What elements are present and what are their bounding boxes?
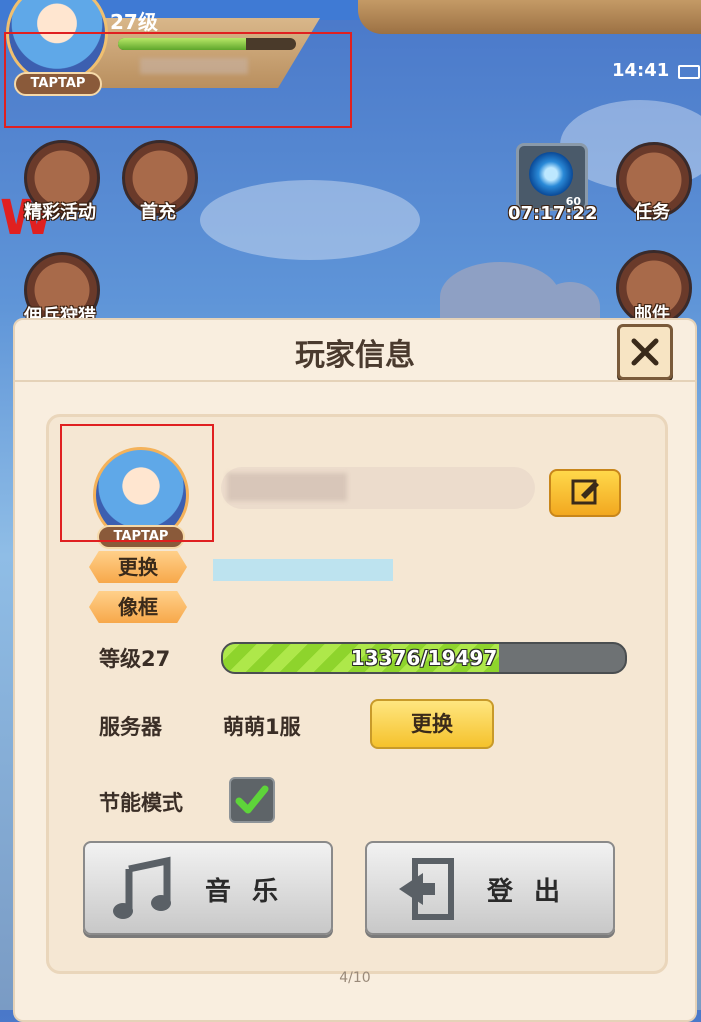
logout-button[interactable]: 登 出 bbox=[365, 841, 615, 935]
player-name-field bbox=[221, 467, 535, 509]
server-name: 萌萌1服 bbox=[223, 715, 301, 739]
clock: 14:41 bbox=[612, 60, 670, 81]
name-redacted bbox=[227, 473, 347, 501]
currency-frame bbox=[358, 0, 701, 34]
dialog-title: 玩家信息 bbox=[295, 338, 415, 373]
quest-label: 任务 bbox=[634, 202, 670, 223]
music-label: 音 乐 bbox=[205, 877, 285, 907]
edit-icon bbox=[571, 479, 599, 505]
exp-bar: 13376/19497 bbox=[221, 642, 627, 674]
server-label: 服务器 bbox=[99, 715, 162, 739]
orb-icon bbox=[529, 152, 573, 196]
power-saving-checkbox[interactable] bbox=[229, 777, 275, 823]
avatar-highlight-box bbox=[60, 424, 214, 542]
logout-label: 登 出 bbox=[487, 877, 567, 907]
checkmark-icon bbox=[235, 785, 269, 814]
player-id-redacted bbox=[213, 559, 393, 581]
header-divider bbox=[15, 380, 695, 382]
timed-event-button[interactable]: 60 bbox=[516, 143, 588, 211]
battery-icon bbox=[678, 65, 700, 79]
edit-name-button[interactable] bbox=[549, 469, 621, 517]
avatar-frame-button[interactable]: 像框 bbox=[89, 591, 187, 623]
power-saving-label: 节能模式 bbox=[99, 791, 183, 815]
events-label: 精彩活动 bbox=[24, 202, 96, 223]
hud-level: 27级 bbox=[110, 10, 158, 34]
close-icon bbox=[631, 338, 659, 366]
change-server-button[interactable]: 更换 bbox=[370, 699, 494, 749]
music-button[interactable]: 音 乐 bbox=[83, 841, 333, 935]
music-note-icon bbox=[113, 856, 171, 919]
info-panel: TAPTAP 更换 像框 等级27 13376/19497 服务器 萌萌1服 更… bbox=[46, 414, 668, 974]
page-indicator: 4/10 bbox=[339, 970, 371, 986]
first-recharge-label: 首充 bbox=[140, 202, 176, 223]
logout-icon bbox=[399, 858, 454, 920]
exp-text: 13376/19497 bbox=[350, 646, 498, 670]
player-info-dialog: 玩家信息 TAPTAP 更换 像框 等级27 13376/19497 服务器 萌… bbox=[13, 318, 697, 1022]
highlight-box bbox=[4, 32, 352, 128]
change-avatar-button[interactable]: 更换 bbox=[89, 551, 187, 583]
cloud bbox=[200, 180, 420, 260]
level-label: 等级27 bbox=[99, 647, 171, 671]
timer-text: 07:17:22 bbox=[508, 203, 598, 224]
close-button[interactable] bbox=[617, 324, 673, 380]
